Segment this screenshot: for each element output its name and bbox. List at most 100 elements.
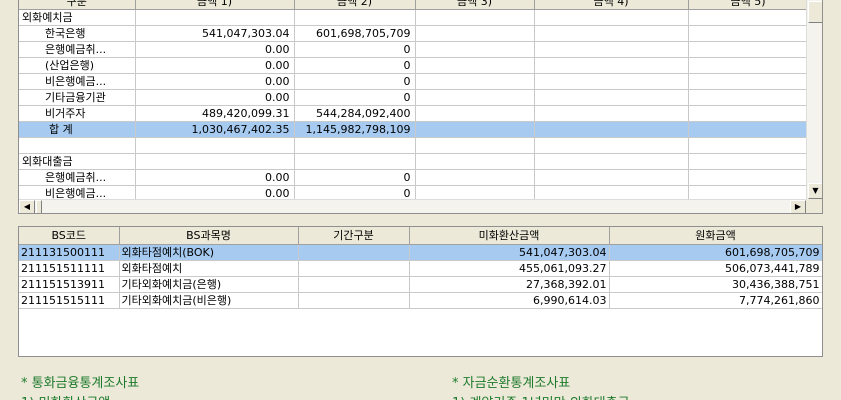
bs-code-cell[interactable]: 211151511111 <box>19 260 120 277</box>
summary-row[interactable]: 기타금융기관 0.00 0 <box>19 89 819 106</box>
col-header-category[interactable]: 구분 <box>19 0 136 10</box>
summary-grid-horizontal-scrollbar[interactable]: ◀ ▶ <box>19 199 806 213</box>
summary-amount-1-cell[interactable] <box>135 137 295 154</box>
col-header-amount-5[interactable]: 금액 5) <box>688 0 809 10</box>
summary-row-label[interactable]: 합 계 <box>19 121 136 138</box>
summary-amount-5-cell[interactable] <box>688 121 809 138</box>
summary-row-label[interactable]: (산업은행) <box>19 57 136 74</box>
summary-row-label[interactable]: 비거주자 <box>19 105 136 122</box>
summary-amount-2-cell[interactable]: 0 <box>294 89 416 106</box>
flow-of-funds-survey-link[interactable]: * 자금순환통계조사표 <box>452 372 570 391</box>
summary-amount-2-cell[interactable]: 544,284,092,400 <box>294 105 416 122</box>
summary-amount-4-cell[interactable] <box>534 105 689 122</box>
summary-amount-4-cell[interactable] <box>534 57 689 74</box>
summary-amount-2-cell[interactable]: 601,698,705,709 <box>294 25 416 42</box>
account-row[interactable]: 211151515111 기타외화예치금(비은행) 6,990,614.03 7,77… <box>19 292 822 309</box>
summary-amount-1-cell[interactable]: 0.00 <box>135 169 295 186</box>
summary-row[interactable]: 외화대출금 <box>19 153 819 170</box>
scroll-down-arrow-icon[interactable]: ▼ <box>808 183 822 199</box>
col-header-krw-amount[interactable]: 원화금액 <box>609 227 822 245</box>
summary-row-label[interactable]: 기타금융기관 <box>19 89 136 106</box>
usd-amount-cell[interactable]: 6,990,614.03 <box>409 292 610 309</box>
col-header-amount-3[interactable]: 금액 3) <box>415 0 535 10</box>
summary-amount-1-cell[interactable]: 489,420,099.31 <box>135 105 295 122</box>
summary-row[interactable]: 합 계 1,030,467,402.35 1,145,982,798,109 <box>19 121 819 138</box>
summary-amount-3-cell[interactable] <box>415 89 535 106</box>
usd-amount-cell[interactable]: 27,368,392.01 <box>409 276 610 293</box>
summary-row-label[interactable]: 은행예금취... <box>19 169 136 186</box>
bs-code-cell[interactable]: 211151515111 <box>19 292 120 309</box>
summary-amount-3-cell[interactable] <box>415 169 535 186</box>
summary-amount-2-cell[interactable]: 0 <box>294 57 416 74</box>
summary-amount-1-cell[interactable] <box>135 153 295 170</box>
summary-amount-4-cell[interactable] <box>534 73 689 90</box>
summary-amount-1-cell[interactable]: 1,030,467,402.35 <box>135 121 295 138</box>
usd-amount-cell[interactable]: 455,061,093.27 <box>409 260 610 277</box>
summary-row[interactable]: 한국은행 541,047,303.04 601,698,705,709 <box>19 25 819 42</box>
summary-amount-1-cell[interactable]: 0.00 <box>135 57 295 74</box>
summary-row[interactable]: (산업은행) 0.00 0 <box>19 57 819 74</box>
summary-amount-1-cell[interactable]: 0.00 <box>135 89 295 106</box>
summary-amount-2-cell[interactable]: 0 <box>294 41 416 58</box>
krw-amount-cell[interactable]: 30,436,388,751 <box>609 276 822 293</box>
summary-amount-1-cell[interactable] <box>135 9 295 26</box>
summary-row-label[interactable]: 비은행예금... <box>19 73 136 90</box>
summary-amount-5-cell[interactable] <box>688 137 809 154</box>
summary-amount-3-cell[interactable] <box>415 57 535 74</box>
summary-amount-5-cell[interactable] <box>688 89 809 106</box>
period-type-cell[interactable] <box>298 276 410 293</box>
account-detail-grid[interactable]: BS코드 BS과목명 기간구분 미화환산금액 원화금액 211131500111… <box>18 226 823 357</box>
summary-amount-2-cell[interactable]: 0 <box>294 169 416 186</box>
summary-amount-4-cell[interactable] <box>534 153 689 170</box>
summary-amount-4-cell[interactable] <box>534 121 689 138</box>
summary-amount-4-cell[interactable] <box>534 25 689 42</box>
horizontal-scroll-thumb[interactable] <box>36 200 42 213</box>
summary-amount-3-cell[interactable] <box>415 137 535 154</box>
col-header-period-type[interactable]: 기간구분 <box>298 227 410 245</box>
krw-amount-cell[interactable]: 7,774,261,860 <box>609 292 822 309</box>
col-header-amount-2[interactable]: 금액 2) <box>294 0 416 10</box>
summary-row-label[interactable]: 한국은행 <box>19 25 136 42</box>
summary-amount-3-cell[interactable] <box>415 153 535 170</box>
summary-amount-2-cell[interactable] <box>294 153 416 170</box>
usd-converted-amount-note[interactable]: 1) 미화환산금액 <box>21 392 110 400</box>
period-type-cell[interactable] <box>298 244 410 261</box>
summary-amount-5-cell[interactable] <box>688 25 809 42</box>
account-row[interactable]: 211131500111 외화타점예치(BOK) 541,047,303.04 601… <box>19 244 822 261</box>
summary-row[interactable]: 비은행예금... 0.00 0 <box>19 73 819 90</box>
summary-amount-2-cell[interactable]: 0 <box>294 73 416 90</box>
summary-row-label[interactable]: 은행예금취... <box>19 41 136 58</box>
scroll-right-arrow-icon[interactable]: ▶ <box>790 200 806 213</box>
summary-row-label[interactable]: 외화예치금 <box>19 9 136 26</box>
summary-amount-4-cell[interactable] <box>534 169 689 186</box>
summary-amount-5-cell[interactable] <box>688 41 809 58</box>
krw-amount-cell[interactable]: 601,698,705,709 <box>609 244 822 261</box>
summary-amount-5-cell[interactable] <box>688 153 809 170</box>
account-row[interactable]: 211151513911 기타외화예치금(은행) 27,368,392.01 30,4… <box>19 276 822 293</box>
vertical-scroll-thumb[interactable] <box>808 1 822 23</box>
summary-amount-5-cell[interactable] <box>688 169 809 186</box>
bs-code-cell[interactable]: 211131500111 <box>19 244 120 261</box>
krw-amount-cell[interactable]: 506,073,441,789 <box>609 260 822 277</box>
account-row[interactable]: 211151511111 외화타점예치 455,061,093.27 506,073,… <box>19 260 822 277</box>
short-term-fx-loan-note[interactable]: 1) 계약기준 1년미만 외화대출금 <box>452 392 630 400</box>
summary-row[interactable]: 외화예치금 <box>19 9 819 26</box>
summary-amount-4-cell[interactable] <box>534 41 689 58</box>
summary-amount-1-cell[interactable]: 0.00 <box>135 41 295 58</box>
summary-amount-3-cell[interactable] <box>415 73 535 90</box>
summary-amount-4-cell[interactable] <box>534 89 689 106</box>
summary-grid-vertical-scrollbar[interactable]: ▼ <box>806 0 822 199</box>
summary-amount-2-cell[interactable]: 1,145,982,798,109 <box>294 121 416 138</box>
bs-account-name-cell[interactable]: 외화타점예치(BOK) <box>119 244 299 261</box>
summary-row-label[interactable] <box>19 137 136 154</box>
summary-amount-2-cell[interactable] <box>294 9 416 26</box>
bs-account-name-cell[interactable]: 외화타점예치 <box>119 260 299 277</box>
summary-amount-1-cell[interactable]: 0.00 <box>135 73 295 90</box>
summary-amount-3-cell[interactable] <box>415 105 535 122</box>
col-header-bs-code[interactable]: BS코드 <box>19 227 120 245</box>
period-type-cell[interactable] <box>298 292 410 309</box>
summary-amount-4-cell[interactable] <box>534 137 689 154</box>
summary-amount-4-cell[interactable] <box>534 9 689 26</box>
summary-amount-5-cell[interactable] <box>688 73 809 90</box>
col-header-amount-1[interactable]: 금액 1) <box>135 0 295 10</box>
